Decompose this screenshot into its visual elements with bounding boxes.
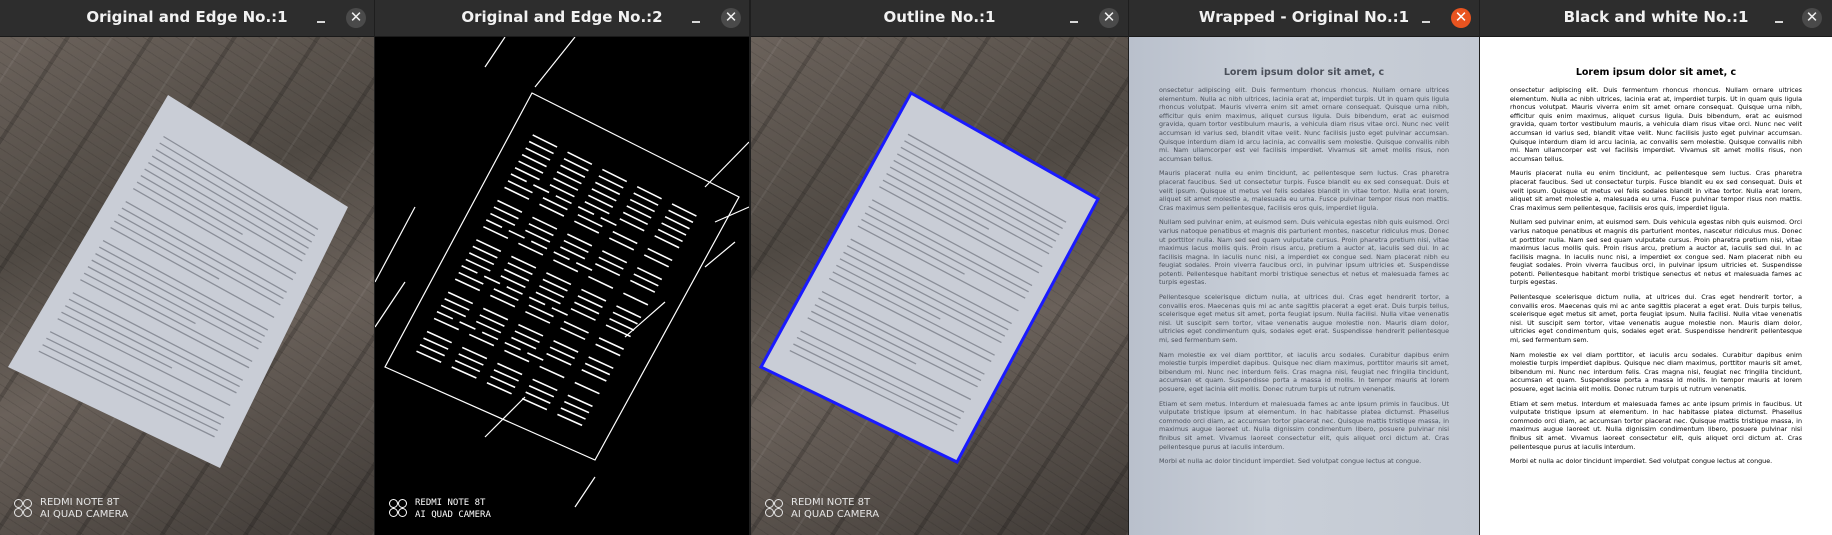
titlebar[interactable]: Original and Edge No.:1 ✕ xyxy=(0,0,374,37)
edge-text-line xyxy=(553,251,570,261)
close-button[interactable]: ✕ xyxy=(721,8,741,28)
minimize-button[interactable] xyxy=(1065,9,1083,27)
document-title: Lorem ipsum dolor sit amet, c xyxy=(1575,67,1737,78)
document-page: Lorem ipsum dolor sit amet, c onsectetur… xyxy=(1129,37,1479,535)
paragraph: Etiam et sem metus. Interdum et malesuad… xyxy=(1159,399,1449,451)
outline-photo: REDMI NOTE 8T AI QUAD CAMERA xyxy=(751,37,1128,535)
black-white-document: Lorem ipsum dolor sit amet, c onsectetur… xyxy=(1480,37,1832,535)
watermark-line1: REDMI NOTE 8T xyxy=(415,498,486,508)
edge-text-line xyxy=(623,292,649,306)
edge-text-line xyxy=(533,184,550,194)
watermark-line1: REDMI NOTE 8T xyxy=(791,497,871,508)
watermark-line2: AI QUAD CAMERA xyxy=(40,509,129,520)
edge-text-line xyxy=(588,275,614,289)
edge-text-line xyxy=(508,229,525,239)
window-outline-1[interactable]: Outline No.:1 ✕ REDMI NOTE 8T AI QUAD CA… xyxy=(751,0,1128,535)
paragraph: Pellentesque scelerisque dictum nulla, a… xyxy=(1159,293,1449,345)
edge-text-line xyxy=(575,261,593,271)
edge-text-line xyxy=(504,349,530,363)
edge-text-line xyxy=(539,365,565,379)
camera-watermark: REDMI NOTE 8T AI QUAD CAMERA xyxy=(389,497,491,521)
paragraph: Mauris placerat nulla eu enim tincidunt,… xyxy=(1159,169,1449,212)
edge-text-line xyxy=(483,275,501,285)
paragraph: onsectetur adipiscing elit. Duis ferment… xyxy=(1159,86,1449,163)
edge-text-line xyxy=(433,317,460,331)
edge-text-line xyxy=(459,321,476,330)
paragraph: Nam molestie ex vel diam porttitor, et i… xyxy=(1510,350,1802,393)
paragraph: Pellentesque scelerisque dictum nulla, a… xyxy=(1510,293,1802,345)
camera-logo-icon xyxy=(765,499,785,519)
edge-text-line xyxy=(527,352,544,361)
edge-text-line xyxy=(553,259,579,273)
edge-text-line xyxy=(461,264,478,274)
minimize-button[interactable] xyxy=(1770,9,1788,27)
window-original-edge-2[interactable]: Original and Edge No.:2 ✕ REDMI NOTE 8T … xyxy=(375,0,749,535)
edge-text-line xyxy=(574,381,600,395)
edge-text-line xyxy=(528,296,546,306)
close-button[interactable]: ✕ xyxy=(1802,8,1822,28)
edge-detection-image: REDMI NOTE 8T AI QUAD CAMERA xyxy=(375,37,749,535)
edge-map xyxy=(375,37,749,508)
paper-photo xyxy=(8,95,348,468)
paragraph: Mauris placerat nulla eu enim tincidunt,… xyxy=(1510,169,1802,212)
minimize-button[interactable] xyxy=(1417,9,1435,27)
edge-text-line xyxy=(504,341,521,351)
camera-photo: REDMI NOTE 8T AI QUAD CAMERA xyxy=(0,37,374,535)
edge-text-line xyxy=(481,331,499,341)
edge-text-line xyxy=(551,307,568,316)
camera-watermark: REDMI NOTE 8T AI QUAD CAMERA xyxy=(14,497,128,521)
window-black-white-1[interactable]: Black and white No.:1 ✕ Lorem ipsum dolo… xyxy=(1480,0,1832,535)
close-button[interactable]: ✕ xyxy=(1451,8,1471,28)
edge-text-line xyxy=(436,310,454,320)
titlebar[interactable]: Original and Edge No.:2 ✕ xyxy=(375,0,749,37)
titlebar[interactable]: Wrapped - Original No.:1 ✕ xyxy=(1129,0,1479,37)
watermark-line2: AI QUAD CAMERA xyxy=(791,509,880,520)
camera-logo-icon xyxy=(14,499,34,519)
watermark-line1: REDMI NOTE 8T xyxy=(40,497,120,508)
paragraph: Nullam sed pulvinar enim, at euismod sem… xyxy=(1510,218,1802,287)
paragraph: Morbi et nulla ac dolor tincidunt imperd… xyxy=(1159,457,1422,466)
document-page: Lorem ipsum dolor sit amet, c onsectetur… xyxy=(1480,37,1832,535)
wrapped-document: Lorem ipsum dolor sit amet, c onsectetur… xyxy=(1129,37,1479,535)
paragraph: Nam molestie ex vel diam porttitor, et i… xyxy=(1159,350,1449,393)
edge-text-line xyxy=(506,286,523,295)
edge-text-line xyxy=(530,240,548,250)
edge-text-line xyxy=(600,216,617,227)
close-button[interactable]: ✕ xyxy=(1099,8,1119,28)
edge-text-line xyxy=(483,225,509,240)
window-wrapped-original-1[interactable]: Wrapped - Original No.:1 ✕ Lorem ipsum d… xyxy=(1129,0,1479,535)
edge-text-line xyxy=(485,219,503,229)
document-title: Lorem ipsum dolor sit amet, c xyxy=(1223,67,1385,78)
titlebar[interactable]: Outline No.:1 ✕ xyxy=(751,0,1128,37)
minimize-button[interactable] xyxy=(312,9,330,27)
paragraph: onsectetur adipiscing elit. Duis ferment… xyxy=(1510,86,1802,163)
edge-text-line xyxy=(510,173,527,183)
paragraph: Morbi et nulla ac dolor tincidunt imperd… xyxy=(1510,457,1773,466)
close-button[interactable]: ✕ xyxy=(346,8,366,28)
paper-outline xyxy=(758,90,1101,464)
minimize-button[interactable] xyxy=(687,9,705,27)
watermark-line2: AI QUAD CAMERA xyxy=(415,510,491,520)
paragraph: Etiam et sem metus. Interdum et malesuad… xyxy=(1510,399,1802,451)
edge-text-line xyxy=(577,206,595,216)
camera-logo-icon xyxy=(389,499,409,519)
edge-text-line xyxy=(555,195,572,205)
titlebar[interactable]: Black and white No.:1 ✕ xyxy=(1480,0,1832,37)
paragraph: Nullam sed pulvinar enim, at euismod sem… xyxy=(1159,218,1449,287)
edge-text-lines xyxy=(416,134,697,427)
window-original-edge-1[interactable]: Original and Edge No.:1 ✕ REDMI NOTE 8T … xyxy=(0,0,374,535)
camera-watermark: REDMI NOTE 8T AI QUAD CAMERA xyxy=(765,497,879,521)
